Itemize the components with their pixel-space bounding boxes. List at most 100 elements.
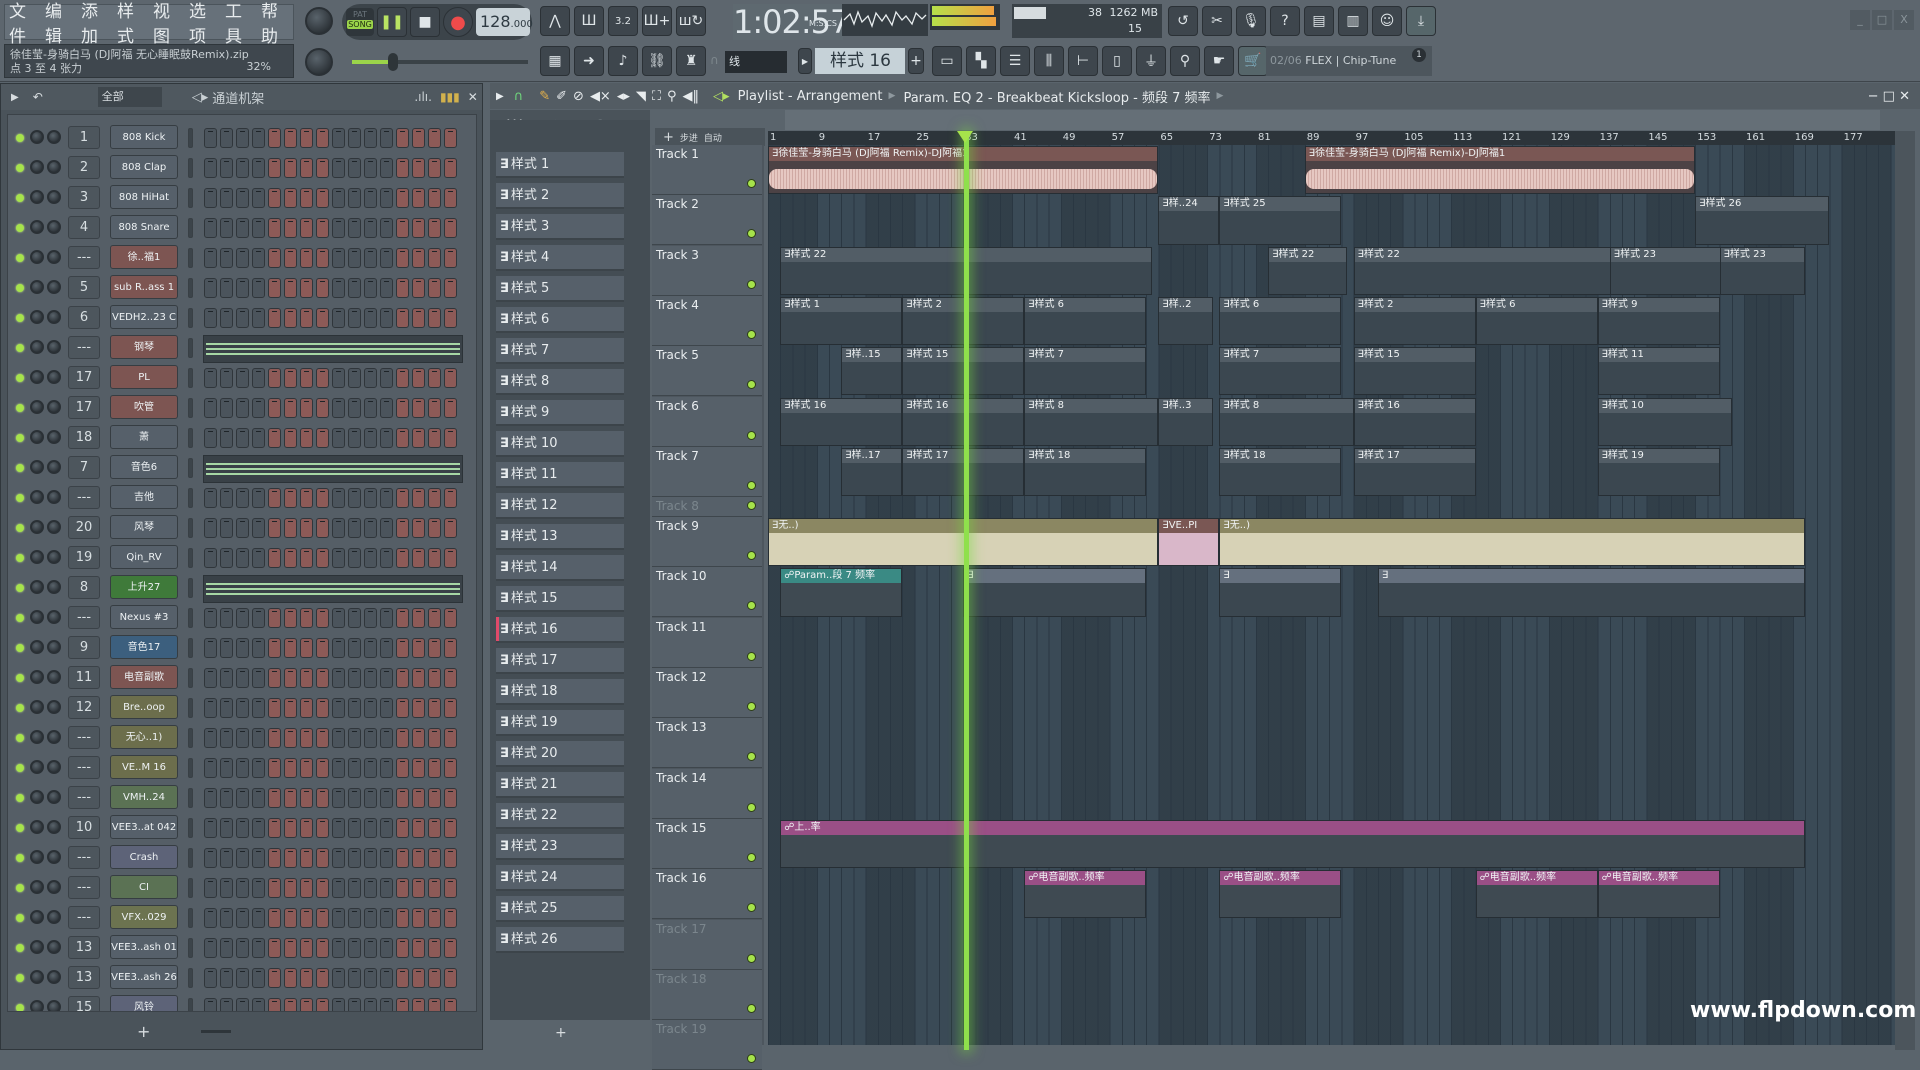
countdown-button[interactable]: 3.2 [608,6,638,36]
step-button[interactable] [204,488,217,508]
step-button[interactable] [316,788,329,808]
step-button[interactable] [220,368,233,388]
track-header[interactable]: Track 13 [652,718,762,769]
step-button[interactable] [252,698,265,718]
add-track-icon[interactable]: + [663,130,674,145]
close-icon[interactable]: ✕ [1899,89,1910,104]
channel-pan-knob[interactable] [30,220,44,234]
step-button[interactable] [284,398,297,418]
channel-select-indicator[interactable] [188,548,193,568]
step-button[interactable] [380,668,393,688]
step-button[interactable] [348,188,361,208]
step-button[interactable] [300,788,313,808]
channel-select-indicator[interactable] [188,458,193,478]
channel-mute-led[interactable] [16,944,24,952]
step-button[interactable] [428,188,441,208]
step-button[interactable] [236,728,249,748]
step-button[interactable] [332,548,345,568]
step-button[interactable] [444,698,457,718]
step-button[interactable] [428,608,441,628]
step-button[interactable] [284,968,297,988]
step-button[interactable] [396,638,409,658]
channel-volume-knob[interactable] [47,730,61,744]
step-button[interactable] [316,938,329,958]
step-button[interactable] [396,548,409,568]
step-button[interactable] [236,398,249,418]
step-button[interactable] [204,188,217,208]
minimize-icon[interactable]: − [1868,89,1879,104]
step-button[interactable] [380,728,393,748]
step-button[interactable] [444,668,457,688]
pattern-item[interactable]: ∃ 样式 2 [496,183,624,209]
track-header[interactable]: Track 17 [652,919,762,970]
close-icon[interactable]: ✕ [468,90,478,104]
step-button[interactable] [316,488,329,508]
mixer-track-field[interactable]: --- [68,846,100,869]
mixer-track-field[interactable]: 2 [68,156,100,179]
step-button[interactable] [284,278,297,298]
track-header[interactable]: Track 1 [652,145,762,195]
step-button[interactable] [348,158,361,178]
step-button[interactable] [380,878,393,898]
step-button[interactable] [348,758,361,778]
mixer-track-field[interactable]: 15 [68,996,100,1011]
step-button[interactable] [300,488,313,508]
channel-volume-knob[interactable] [47,400,61,414]
channel-pan-knob[interactable] [30,580,44,594]
channel-name-button[interactable]: 808 Kick [110,125,178,149]
channel-mute-led[interactable] [16,854,24,862]
step-button[interactable] [252,248,265,268]
channel-volume-knob[interactable] [47,460,61,474]
step-button[interactable] [252,788,265,808]
step-button[interactable] [316,518,329,538]
pattern-prev-button[interactable]: ▶ [798,48,812,74]
playlist-clip[interactable]: ∃样式 18 [1024,447,1147,497]
step-toggle[interactable]: 步进 [680,131,698,144]
step-button[interactable] [380,608,393,628]
step-button[interactable] [396,218,409,238]
step-button[interactable] [396,968,409,988]
channel-pan-knob[interactable] [30,400,44,414]
channel-volume-knob[interactable] [47,430,61,444]
track-header[interactable]: Track 18 [652,969,762,1020]
step-button[interactable] [444,488,457,508]
step-button[interactable] [380,758,393,778]
step-button[interactable] [316,608,329,628]
step-button[interactable] [236,698,249,718]
step-button[interactable] [412,668,425,688]
channel-mute-led[interactable] [16,464,24,472]
step-edit-button[interactable]: Ш+ [642,6,672,36]
step-button[interactable] [412,428,425,448]
track-enable-led[interactable] [747,852,756,862]
channel-name-button[interactable]: 风琴 [110,515,178,539]
channel-volume-knob[interactable] [47,790,61,804]
step-button[interactable] [412,638,425,658]
playlist-clip[interactable]: ∃ [963,568,1147,617]
pat-song-toggle[interactable]: PAT SONG [346,8,374,36]
channel-pan-knob[interactable] [30,310,44,324]
step-button[interactable] [268,998,281,1011]
pattern-item[interactable]: ∃ 样式 24 [496,865,624,891]
step-button[interactable] [380,158,393,178]
playlist-clip[interactable]: ∃无..) [1219,518,1805,567]
step-button[interactable] [268,938,281,958]
step-button[interactable] [348,518,361,538]
step-button[interactable] [380,308,393,328]
channel-volume-knob[interactable] [47,940,61,954]
performance-button[interactable]: ⚲ [1170,46,1200,76]
channel-volume-knob[interactable] [47,700,61,714]
step-button[interactable] [236,488,249,508]
news-panel[interactable]: 02/06 FLEX | Chip-Tune 1 [1266,46,1432,76]
maximize-icon[interactable]: □ [1883,89,1895,104]
step-button[interactable] [204,638,217,658]
step-button[interactable] [444,158,457,178]
step-button[interactable] [444,998,457,1011]
pause-button[interactable]: ❚❚ [377,7,407,37]
channel-volume-knob[interactable] [47,550,61,564]
playlist-clip[interactable]: ∃样..3 [1158,397,1214,446]
track-header[interactable]: Track 9 [652,517,762,568]
step-button[interactable] [380,698,393,718]
step-button[interactable] [332,758,345,778]
track-header[interactable]: Track 2 [652,195,762,246]
track-enable-led[interactable] [747,480,756,490]
